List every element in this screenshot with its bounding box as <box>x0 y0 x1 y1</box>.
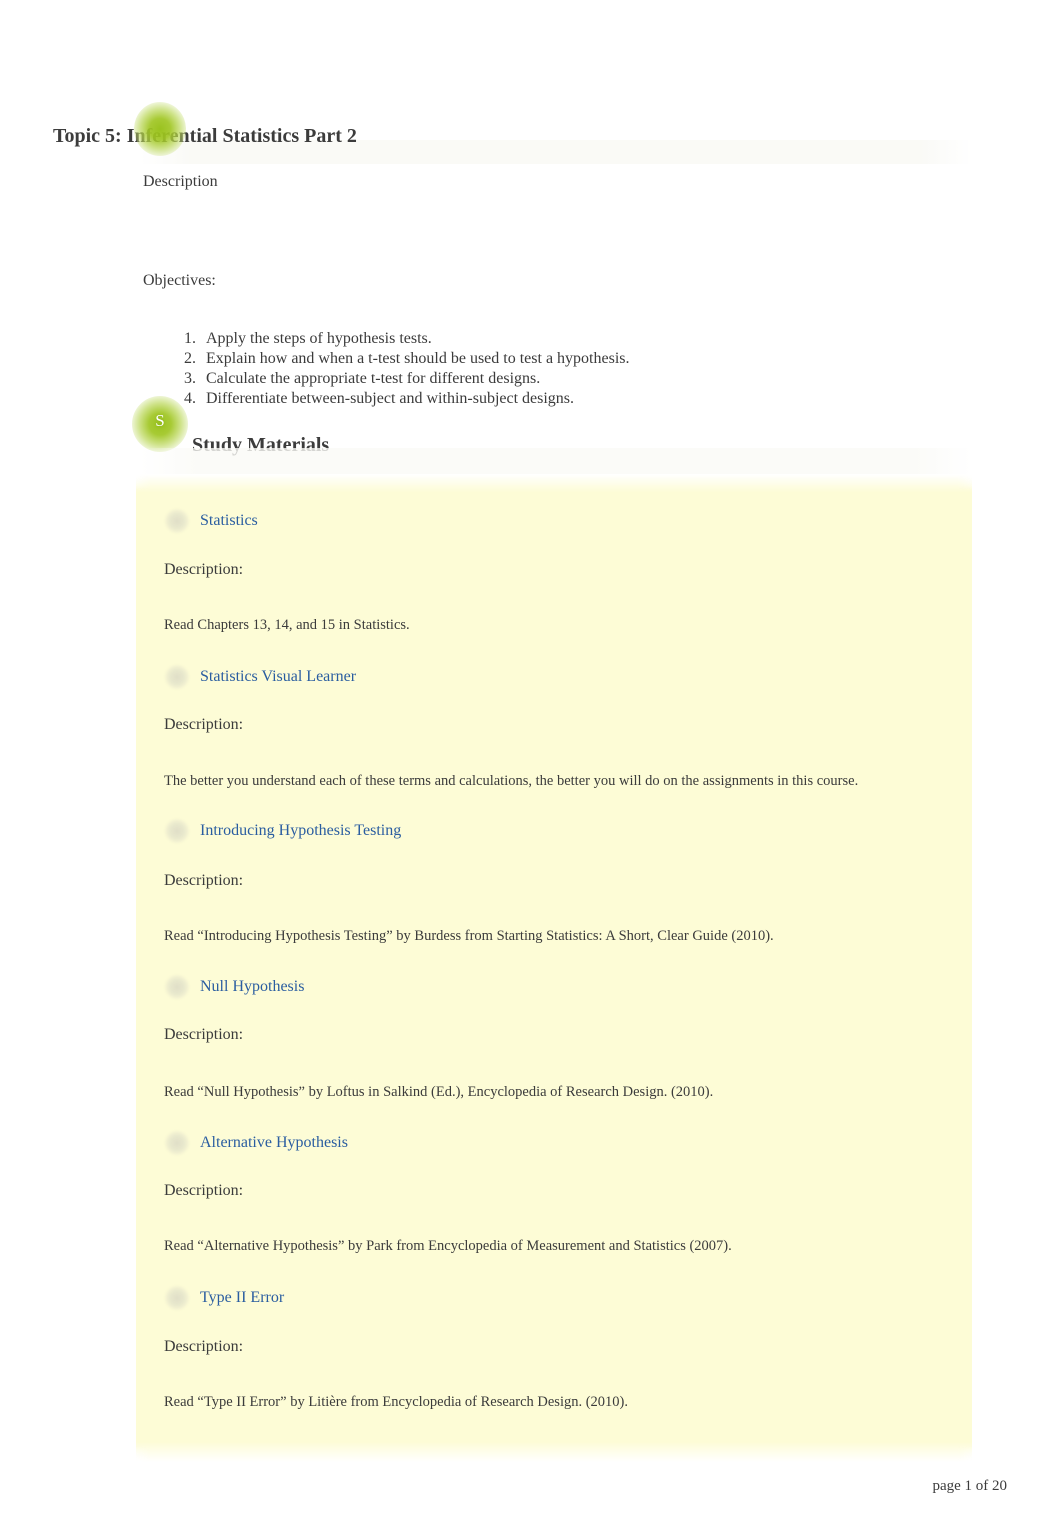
study-material-description: Read “Alternative Hypothesis” by Park fr… <box>164 1238 732 1254</box>
document-circle-icon[interactable] <box>165 1286 189 1310</box>
study-material-description-label: Description: <box>164 561 244 578</box>
study-material-description: Read “Type II Error” by Litière from Enc… <box>164 1394 629 1410</box>
study-material-link[interactable]: Statistics Visual Learner <box>200 666 356 688</box>
study-material-link[interactable]: Type II Error <box>200 1287 284 1309</box>
study-material-description: The better you understand each of these … <box>164 773 859 789</box>
document-circle-icon[interactable] <box>165 509 189 533</box>
document-circle-icon[interactable] <box>165 1131 189 1155</box>
marker-letter: S <box>155 411 165 430</box>
objectives-list: Apply the steps of hypothesis tests.Expl… <box>160 329 629 409</box>
page-footer: page 1 of 20 <box>932 1478 1007 1494</box>
document-circle-icon[interactable] <box>165 819 189 843</box>
objective-item: Calculate the appropriate t-test for dif… <box>200 369 629 389</box>
study-material-link[interactable]: Statistics <box>200 510 258 532</box>
study-material-description: Read “Introducing Hypothesis Testing” by… <box>164 928 774 944</box>
objectives-label: Objectives: <box>143 272 216 289</box>
study-material-description-label: Description: <box>164 1338 244 1355</box>
study-material-description-label: Description: <box>164 716 244 733</box>
objective-item: Apply the steps of hypothesis tests. <box>200 329 629 349</box>
study-materials-underline-band <box>140 448 972 474</box>
page-title: Topic 5: Inferential Statistics Part 2 <box>53 125 357 148</box>
study-material-link[interactable]: Null Hypothesis <box>200 976 304 998</box>
document-circle-icon[interactable] <box>165 975 189 999</box>
study-material-description: Read “Null Hypothesis” by Loftus in Salk… <box>164 1084 714 1100</box>
objective-item: Explain how and when a t-test should be … <box>200 349 629 369</box>
document-circle-icon[interactable] <box>165 665 189 689</box>
study-material-link[interactable]: Alternative Hypothesis <box>200 1132 348 1154</box>
study-material-description-label: Description: <box>164 872 244 889</box>
description-label: Description <box>143 173 218 190</box>
highlight-marker-title <box>134 102 186 156</box>
objective-item: Differentiate between-subject and within… <box>200 389 629 409</box>
study-material-link[interactable]: Introducing Hypothesis Testing <box>200 820 401 842</box>
study-material-description-label: Description: <box>164 1182 244 1199</box>
study-materials-panel: Statistics Description: Read Chapters 13, … <box>136 474 972 1462</box>
study-material-description: Read Chapters 13, 14, and 15 in Statisti… <box>164 617 410 633</box>
study-material-description-label: Description: <box>164 1026 244 1043</box>
